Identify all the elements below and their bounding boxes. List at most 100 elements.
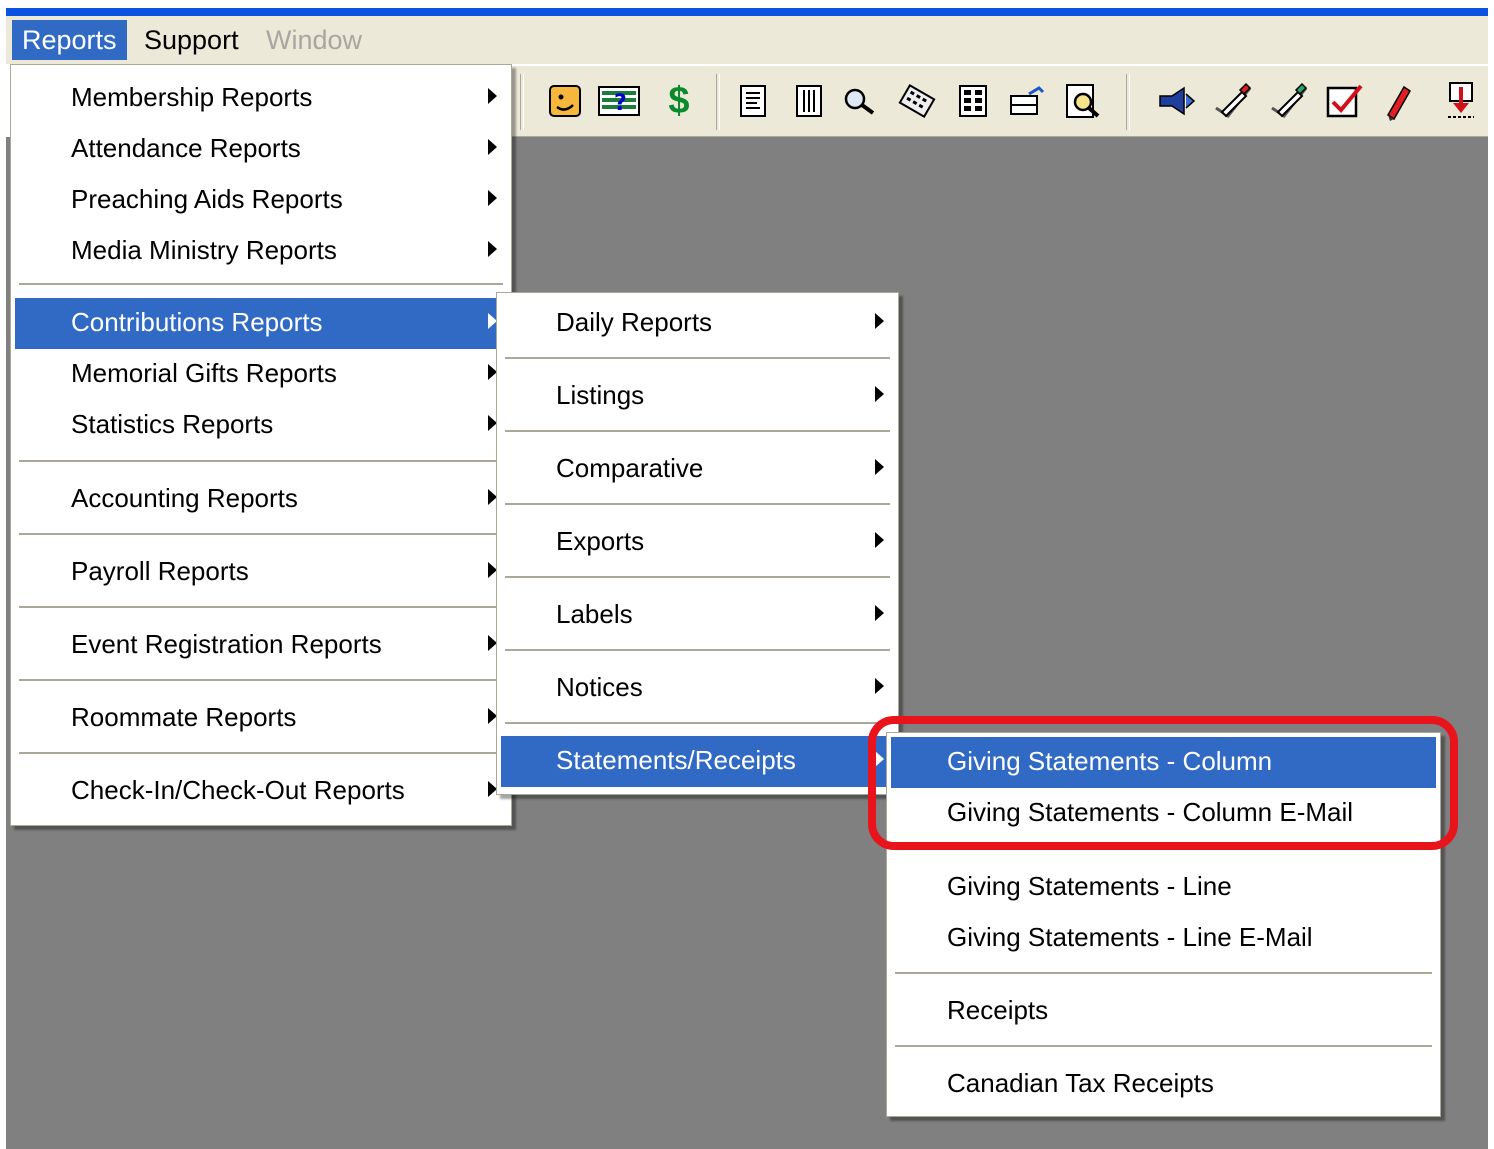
menu-item-labels[interactable]: Labels bbox=[501, 590, 894, 641]
menu-separator bbox=[505, 430, 890, 433]
menu-item-label: Exports bbox=[556, 526, 645, 556]
question-board-icon[interactable]: ? bbox=[598, 80, 640, 122]
menu-item-label: Event Registration Reports bbox=[71, 629, 382, 659]
preview-icon[interactable] bbox=[1062, 80, 1104, 122]
menu-separator bbox=[19, 283, 503, 286]
menu-item-label: Preaching Aids Reports bbox=[71, 184, 343, 214]
menu-item-label: Giving Statements - Line E-Mail bbox=[947, 922, 1313, 952]
search-icon[interactable] bbox=[840, 80, 882, 122]
menu-item-statistics-reports[interactable]: Statistics Reports bbox=[15, 400, 507, 451]
menu-item-media-ministry-reports[interactable]: Media Ministry Reports bbox=[15, 226, 507, 277]
menu-item-label: Daily Reports bbox=[556, 307, 713, 337]
menu-item-label: Memorial Gifts Reports bbox=[71, 358, 337, 388]
menu-item-event-registration-reports[interactable]: Event Registration Reports bbox=[15, 620, 507, 671]
dollar-icon[interactable]: $ bbox=[658, 80, 700, 122]
menu-item-accounting-reports[interactable]: Accounting Reports bbox=[15, 474, 507, 525]
toolbar-separator bbox=[520, 74, 524, 130]
menu-item-membership-reports[interactable]: Membership Reports bbox=[15, 73, 507, 124]
checkbox-icon[interactable] bbox=[1324, 80, 1366, 122]
menu-item-label: Receipts bbox=[947, 995, 1049, 1025]
menu-item-label: Statistics Reports bbox=[71, 409, 274, 439]
menu-item-label: Media Ministry Reports bbox=[71, 235, 337, 265]
menu-separator bbox=[19, 533, 503, 536]
calculator-icon[interactable] bbox=[896, 80, 938, 122]
menu-item-label: Listings bbox=[556, 380, 645, 410]
menu-separator bbox=[19, 460, 503, 463]
menu-item-giving-statements-line-email[interactable]: Giving Statements - Line E-Mail bbox=[891, 913, 1436, 964]
menu-item-label: Contributions Reports bbox=[71, 307, 323, 337]
menu-item-attendance-reports[interactable]: Attendance Reports bbox=[15, 124, 507, 175]
menu-item-check-in-check-out-reports[interactable]: Check-In/Check-Out Reports bbox=[15, 766, 507, 817]
menu-separator bbox=[895, 1045, 1432, 1048]
speaker-icon[interactable] bbox=[1156, 80, 1198, 122]
menu-separator bbox=[19, 752, 503, 755]
menu-item-label: Statements/Receipts bbox=[556, 745, 796, 775]
menu-item-roommate-reports[interactable]: Roommate Reports bbox=[15, 693, 507, 744]
menu-item-contributions-reports[interactable]: Contributions Reports bbox=[15, 298, 507, 349]
red-pencil-icon[interactable] bbox=[1376, 80, 1418, 122]
menu-item-label: Labels bbox=[556, 599, 633, 629]
menu-item-label: Accounting Reports bbox=[71, 483, 298, 513]
menu-reports[interactable]: Reports bbox=[12, 20, 127, 60]
application-window: Reports Support Window ? $ Membership Re… bbox=[6, 0, 1488, 1149]
menu-item-label: Comparative bbox=[556, 453, 704, 483]
submenu-arrow-icon bbox=[875, 459, 884, 475]
annotation-highlight-ring bbox=[868, 716, 1458, 850]
toolbar-separator bbox=[716, 74, 720, 130]
menu-item-label: Membership Reports bbox=[71, 82, 313, 112]
menu-separator bbox=[505, 649, 890, 652]
submenu-arrow-icon bbox=[488, 241, 497, 257]
submenu-arrow-icon bbox=[875, 678, 884, 694]
menu-separator bbox=[505, 722, 890, 725]
menu-item-listings[interactable]: Listings bbox=[501, 371, 894, 422]
contributions-submenu: Daily Reports Listings Comparative Expor… bbox=[496, 292, 899, 795]
cabinet-icon[interactable] bbox=[1006, 80, 1048, 122]
menu-item-label: Notices bbox=[556, 672, 643, 702]
menu-separator bbox=[505, 357, 890, 360]
menu-item-memorial-gifts-reports[interactable]: Memorial Gifts Reports bbox=[15, 349, 507, 400]
submenu-arrow-icon bbox=[488, 139, 497, 155]
menu-separator bbox=[505, 576, 890, 579]
menu-item-canadian-tax-receipts[interactable]: Canadian Tax Receipts bbox=[891, 1059, 1436, 1110]
menu-separator bbox=[19, 606, 503, 609]
pen-check-2-icon[interactable] bbox=[1268, 80, 1310, 122]
toolbar: ? $ bbox=[506, 66, 1488, 137]
menu-window[interactable]: Window bbox=[256, 20, 372, 60]
menu-bar: Reports Support Window bbox=[6, 16, 1488, 64]
menu-item-giving-statements-line[interactable]: Giving Statements - Line bbox=[891, 862, 1436, 913]
menu-item-label: Giving Statements - Line bbox=[947, 871, 1232, 901]
menu-item-preaching-aids-reports[interactable]: Preaching Aids Reports bbox=[15, 175, 507, 226]
face-card-icon[interactable] bbox=[544, 80, 586, 122]
menu-separator bbox=[19, 679, 503, 682]
toolbar-separator bbox=[1126, 74, 1130, 130]
grid-list-icon[interactable] bbox=[788, 80, 830, 122]
menu-support[interactable]: Support bbox=[134, 20, 249, 60]
download-icon[interactable] bbox=[1440, 80, 1482, 122]
menu-item-statements-receipts[interactable]: Statements/Receipts bbox=[501, 736, 894, 787]
submenu-arrow-icon bbox=[875, 532, 884, 548]
list-icon[interactable] bbox=[732, 80, 774, 122]
menu-separator bbox=[505, 503, 890, 506]
menu-item-label: Payroll Reports bbox=[71, 556, 249, 586]
submenu-arrow-icon bbox=[875, 386, 884, 402]
menu-item-notices[interactable]: Notices bbox=[501, 663, 894, 714]
reports-menu: Membership Reports Attendance Reports Pr… bbox=[10, 64, 512, 826]
submenu-arrow-icon bbox=[875, 313, 884, 329]
menu-item-payroll-reports[interactable]: Payroll Reports bbox=[15, 547, 507, 598]
submenu-arrow-icon bbox=[488, 190, 497, 206]
menu-item-exports[interactable]: Exports bbox=[501, 517, 894, 568]
svg-text:?: ? bbox=[614, 91, 627, 116]
menu-item-label: Attendance Reports bbox=[71, 133, 301, 163]
title-bar-edge bbox=[6, 8, 1488, 16]
menu-item-label: Roommate Reports bbox=[71, 702, 297, 732]
menu-item-label: Check-In/Check-Out Reports bbox=[71, 775, 405, 805]
menu-separator bbox=[895, 972, 1432, 975]
pen-check-icon[interactable] bbox=[1212, 80, 1254, 122]
submenu-arrow-icon bbox=[488, 88, 497, 104]
menu-item-comparative[interactable]: Comparative bbox=[501, 444, 894, 495]
menu-item-daily-reports[interactable]: Daily Reports bbox=[501, 298, 894, 349]
menu-item-label: Canadian Tax Receipts bbox=[947, 1068, 1214, 1098]
submenu-arrow-icon bbox=[875, 605, 884, 621]
keypad-icon[interactable] bbox=[952, 80, 994, 122]
menu-item-receipts[interactable]: Receipts bbox=[891, 986, 1436, 1037]
